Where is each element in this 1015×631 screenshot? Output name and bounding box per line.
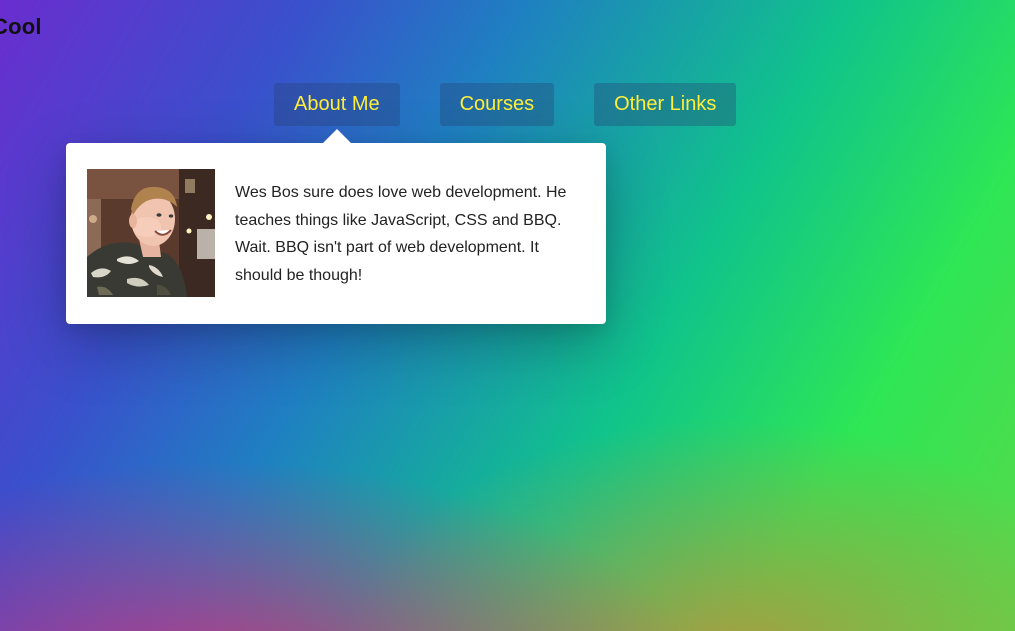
site-title: Cool	[0, 14, 42, 39]
about-me-dropdown: Wes Bos sure does love web development. …	[66, 129, 606, 324]
nav-item-courses[interactable]: Courses	[439, 83, 555, 126]
nav-item-about-me[interactable]: About Me	[274, 83, 400, 126]
avatar	[87, 169, 215, 297]
profile-photo-icon	[87, 169, 215, 297]
nav-item-other-links[interactable]: Other Links	[594, 83, 737, 126]
bio-text: Wes Bos sure does love web development. …	[235, 184, 567, 284]
dropdown-arrow	[323, 129, 351, 143]
top-nav: About Me Courses Other Links	[274, 83, 737, 126]
bio-section: Wes Bos sure does love web development. …	[87, 169, 580, 297]
